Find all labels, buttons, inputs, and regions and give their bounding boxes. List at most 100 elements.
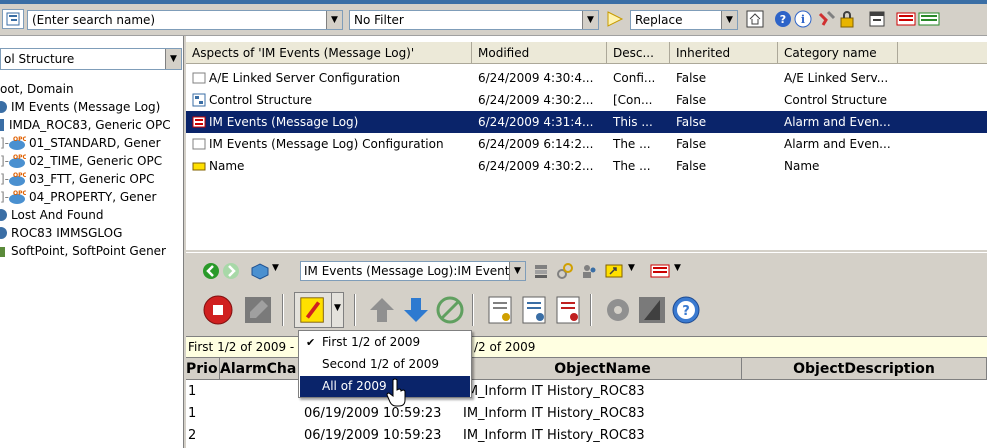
shortcut-icon[interactable] <box>604 262 624 280</box>
chevron-down-icon[interactable]: ▼ <box>674 263 681 273</box>
help-icon[interactable]: ? <box>670 294 702 326</box>
tree-connector: ]- <box>0 136 10 150</box>
edit-period-icon[interactable] <box>298 295 328 325</box>
aspect-desc: [Con... <box>613 93 653 107</box>
hand-cursor-icon <box>386 378 406 407</box>
tree-item-02-time[interactable]: ]- OPC 02_TIME, Generic OPC <box>0 152 184 170</box>
column-header-inherited[interactable]: Inherited <box>670 42 778 64</box>
lock-icon[interactable] <box>838 10 856 28</box>
chevron-down-icon[interactable]: ▼ <box>582 11 598 29</box>
acknowledge-icon[interactable] <box>242 294 274 326</box>
tree-item-root[interactable]: oot, Domain <box>0 80 184 98</box>
tree-item-label: IM Events (Message Log) <box>11 100 161 114</box>
search-name-combo[interactable]: (Enter search name) ▼ <box>27 10 343 30</box>
info-icon[interactable]: i <box>794 10 812 28</box>
chevron-down-icon[interactable]: ▼ <box>628 263 635 273</box>
chevron-down-icon[interactable]: ▼ <box>165 49 181 69</box>
event-object: IM_Inform IT History_ROC83 <box>463 406 645 421</box>
event-time: 06/19/2009 10:59:23 <box>304 428 442 443</box>
report-settings-icon[interactable] <box>518 294 550 326</box>
opc-icon: OPC <box>9 172 26 186</box>
menu-item-label: All of 2009 <box>322 379 387 393</box>
stop-icon[interactable] <box>202 294 234 326</box>
column-header-aspect[interactable]: Aspects of 'IM Events (Message Log)' <box>186 42 472 64</box>
search-name-input[interactable]: (Enter search name) <box>28 13 326 27</box>
chevron-down-icon[interactable]: ▼ <box>334 303 341 313</box>
structure-tree-panel: ol Structure ▼ oot, Domain IM Events (Me… <box>0 36 184 448</box>
stack-icon[interactable] <box>532 262 550 280</box>
tree-connector: ]- <box>0 190 10 204</box>
gear-icon[interactable] <box>602 294 634 326</box>
aspect-name: IM Events (Message Log) Configuration <box>209 137 444 151</box>
tree-item-03-ftt[interactable]: ]- OPC 03_FTT, Generic OPC <box>0 170 184 188</box>
aspect-row[interactable]: IM Events (Message Log) Configuration 6/… <box>186 133 987 155</box>
view-mode-icon[interactable] <box>650 262 670 280</box>
window-icon[interactable] <box>868 10 886 28</box>
column-header-objectdescription[interactable]: ObjectDescription <box>742 358 987 380</box>
object-cube-icon[interactable] <box>250 262 270 280</box>
tools-icon[interactable] <box>818 10 836 28</box>
aspect-name: Control Structure <box>209 93 313 107</box>
up-arrow-icon[interactable] <box>366 294 398 326</box>
chevron-down-icon[interactable]: ▼ <box>721 11 737 29</box>
aspect-modified: 6/24/2009 4:30:4... <box>478 71 594 85</box>
tree-item-01-standard[interactable]: ]- OPC 01_STANDARD, Gener <box>0 134 184 152</box>
toolbar-separator <box>590 294 592 326</box>
menu-item-first-half[interactable]: ✔ First 1/2 of 2009 <box>300 332 470 353</box>
replace-mode-combo[interactable]: Replace ▼ <box>630 10 738 30</box>
period-info-left: First 1/2 of 2009 - <box>188 340 295 354</box>
svg-text:?: ? <box>682 304 690 319</box>
tree-item-label: 02_TIME, Generic OPC <box>29 154 163 168</box>
tree-item-lost-and-found[interactable]: Lost And Found <box>0 206 184 224</box>
column-header-category[interactable]: Category name <box>778 42 898 64</box>
tree-item-im-events[interactable]: IM Events (Message Log) <box>0 98 184 116</box>
column-header-objectname[interactable]: ObjectName <box>464 358 742 380</box>
chevron-down-icon[interactable]: ▼ <box>509 262 525 280</box>
help-icon[interactable]: ? <box>774 10 792 28</box>
aspect-path-combo[interactable]: IM Events (Message Log):IM Events ▼ <box>300 261 526 281</box>
column-header-modified[interactable]: Modified <box>472 42 607 64</box>
grid-view-icon[interactable] <box>896 10 916 28</box>
report-export-icon[interactable] <box>552 294 584 326</box>
report-icon[interactable] <box>484 294 516 326</box>
home-icon[interactable] <box>746 10 764 28</box>
column-header-alarmchange[interactable]: AlarmCha <box>220 358 304 380</box>
forward-arrow-icon[interactable] <box>222 262 240 280</box>
menu-item-all-year[interactable]: All of 2009 <box>300 376 470 397</box>
flag-icon[interactable] <box>636 294 668 326</box>
tree-item-softpoint[interactable]: SoftPoint, SoftPoint Gener <box>0 242 184 260</box>
tree-item-roc83-immsglog[interactable]: ROC83 IMMSGLOG <box>0 224 184 242</box>
aspect-row[interactable]: Name 6/24/2009 4:30:2... The ... False N… <box>186 155 987 177</box>
period-split-button[interactable]: ▼ <box>294 292 344 328</box>
chevron-down-icon[interactable]: ▼ <box>326 11 342 29</box>
object-icon <box>0 209 7 221</box>
filter-combo[interactable]: No Filter ▼ <box>349 10 599 30</box>
column-header-prio[interactable]: Prio <box>186 358 220 380</box>
opc-icon: OPC <box>9 190 26 204</box>
aspect-row[interactable]: A/E Linked Server Configuration 6/24/200… <box>186 67 987 89</box>
structure-toggle-button[interactable] <box>2 9 24 29</box>
list-view-icon[interactable] <box>918 10 940 28</box>
event-row[interactable]: 2 06/19/2009 10:59:23 IM_Inform IT Histo… <box>186 425 987 447</box>
tree-item-imda-roc83[interactable]: IMDA_ROC83, Generic OPC <box>0 116 184 134</box>
back-arrow-icon[interactable] <box>202 262 220 280</box>
aspect-row[interactable]: Control Structure 6/24/2009 4:30:2... [C… <box>186 89 987 111</box>
tree-item-label: 01_STANDARD, Gener <box>29 136 161 150</box>
filter-funnel-icon[interactable] <box>606 10 624 28</box>
tree-item-04-property[interactable]: ]- OPC 04_PROPERTY, Gener <box>0 188 184 206</box>
link-icon[interactable] <box>556 262 574 280</box>
column-header-desc[interactable]: Desc... <box>607 42 670 64</box>
menu-item-second-half[interactable]: Second 1/2 of 2009 <box>300 354 470 375</box>
disable-icon[interactable] <box>434 294 466 326</box>
down-arrow-icon[interactable] <box>400 294 432 326</box>
event-toolbar: ▼ ? <box>186 286 987 336</box>
aspect-row-selected[interactable]: IM Events (Message Log) 6/24/2009 4:31:4… <box>186 111 987 133</box>
svg-text:OPC: OPC <box>13 190 26 197</box>
config-icon <box>192 138 206 150</box>
event-row[interactable]: 1 06/19/2009 10:59:23 IM_Inform IT Histo… <box>186 403 987 425</box>
tree-item-label: IMDA_ROC83, Generic OPC <box>9 118 171 132</box>
chevron-down-icon[interactable]: ▼ <box>272 263 279 273</box>
checkmark-icon: ✔ <box>306 336 316 349</box>
users-icon[interactable] <box>580 262 598 280</box>
structure-combo[interactable]: ol Structure ▼ <box>0 48 182 70</box>
